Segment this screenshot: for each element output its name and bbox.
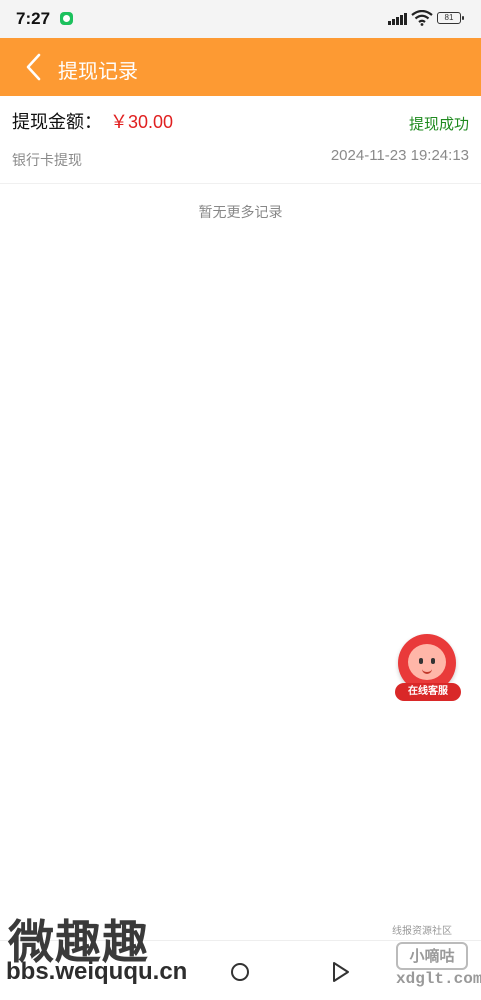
no-more-records-text: 暂无更多记录 <box>198 205 283 221</box>
record-timestamp: 2024-11-23 19:24:13 <box>330 147 469 164</box>
watermark-right-logo: 小嘀咕 <box>396 942 468 970</box>
wifi-icon <box>411 10 433 26</box>
app-header: 提现记录 <box>0 38 481 96</box>
status-badge: 提现成功 <box>408 115 469 133</box>
signal-icon <box>388 13 407 25</box>
watermark-right-caption: 线报资源社区 <box>392 926 452 937</box>
status-bar: 7:27 81 <box>0 0 481 38</box>
customer-service-button[interactable]: 在线客服 <box>395 634 461 702</box>
call-icon <box>60 12 73 25</box>
home-icon[interactable] <box>231 963 249 981</box>
screen: 7:27 81 提现记录 提现金额： ￥30.00 提现成功 银行卡提现 202… <box>0 0 481 1000</box>
amount-label: 提现金额： <box>12 112 102 133</box>
watermark-left-url: bbs.weiququ.cn <box>6 958 188 985</box>
page-title: 提现记录 <box>58 59 138 83</box>
chevron-left-icon[interactable] <box>20 52 50 82</box>
withdrawal-method: 银行卡提现 <box>12 153 82 169</box>
status-time: 7:27 <box>16 9 51 28</box>
amount-value: ￥30.00 <box>110 112 174 132</box>
withdrawal-record-item[interactable]: 提现金额： ￥30.00 提现成功 银行卡提现 2024-11-23 19:24… <box>0 96 481 184</box>
customer-service-label: 在线客服 <box>395 683 461 701</box>
battery-icon: 81 <box>437 12 464 24</box>
back-triangle-icon[interactable] <box>331 961 351 983</box>
watermark-right-url: xdglt.com <box>396 970 481 988</box>
